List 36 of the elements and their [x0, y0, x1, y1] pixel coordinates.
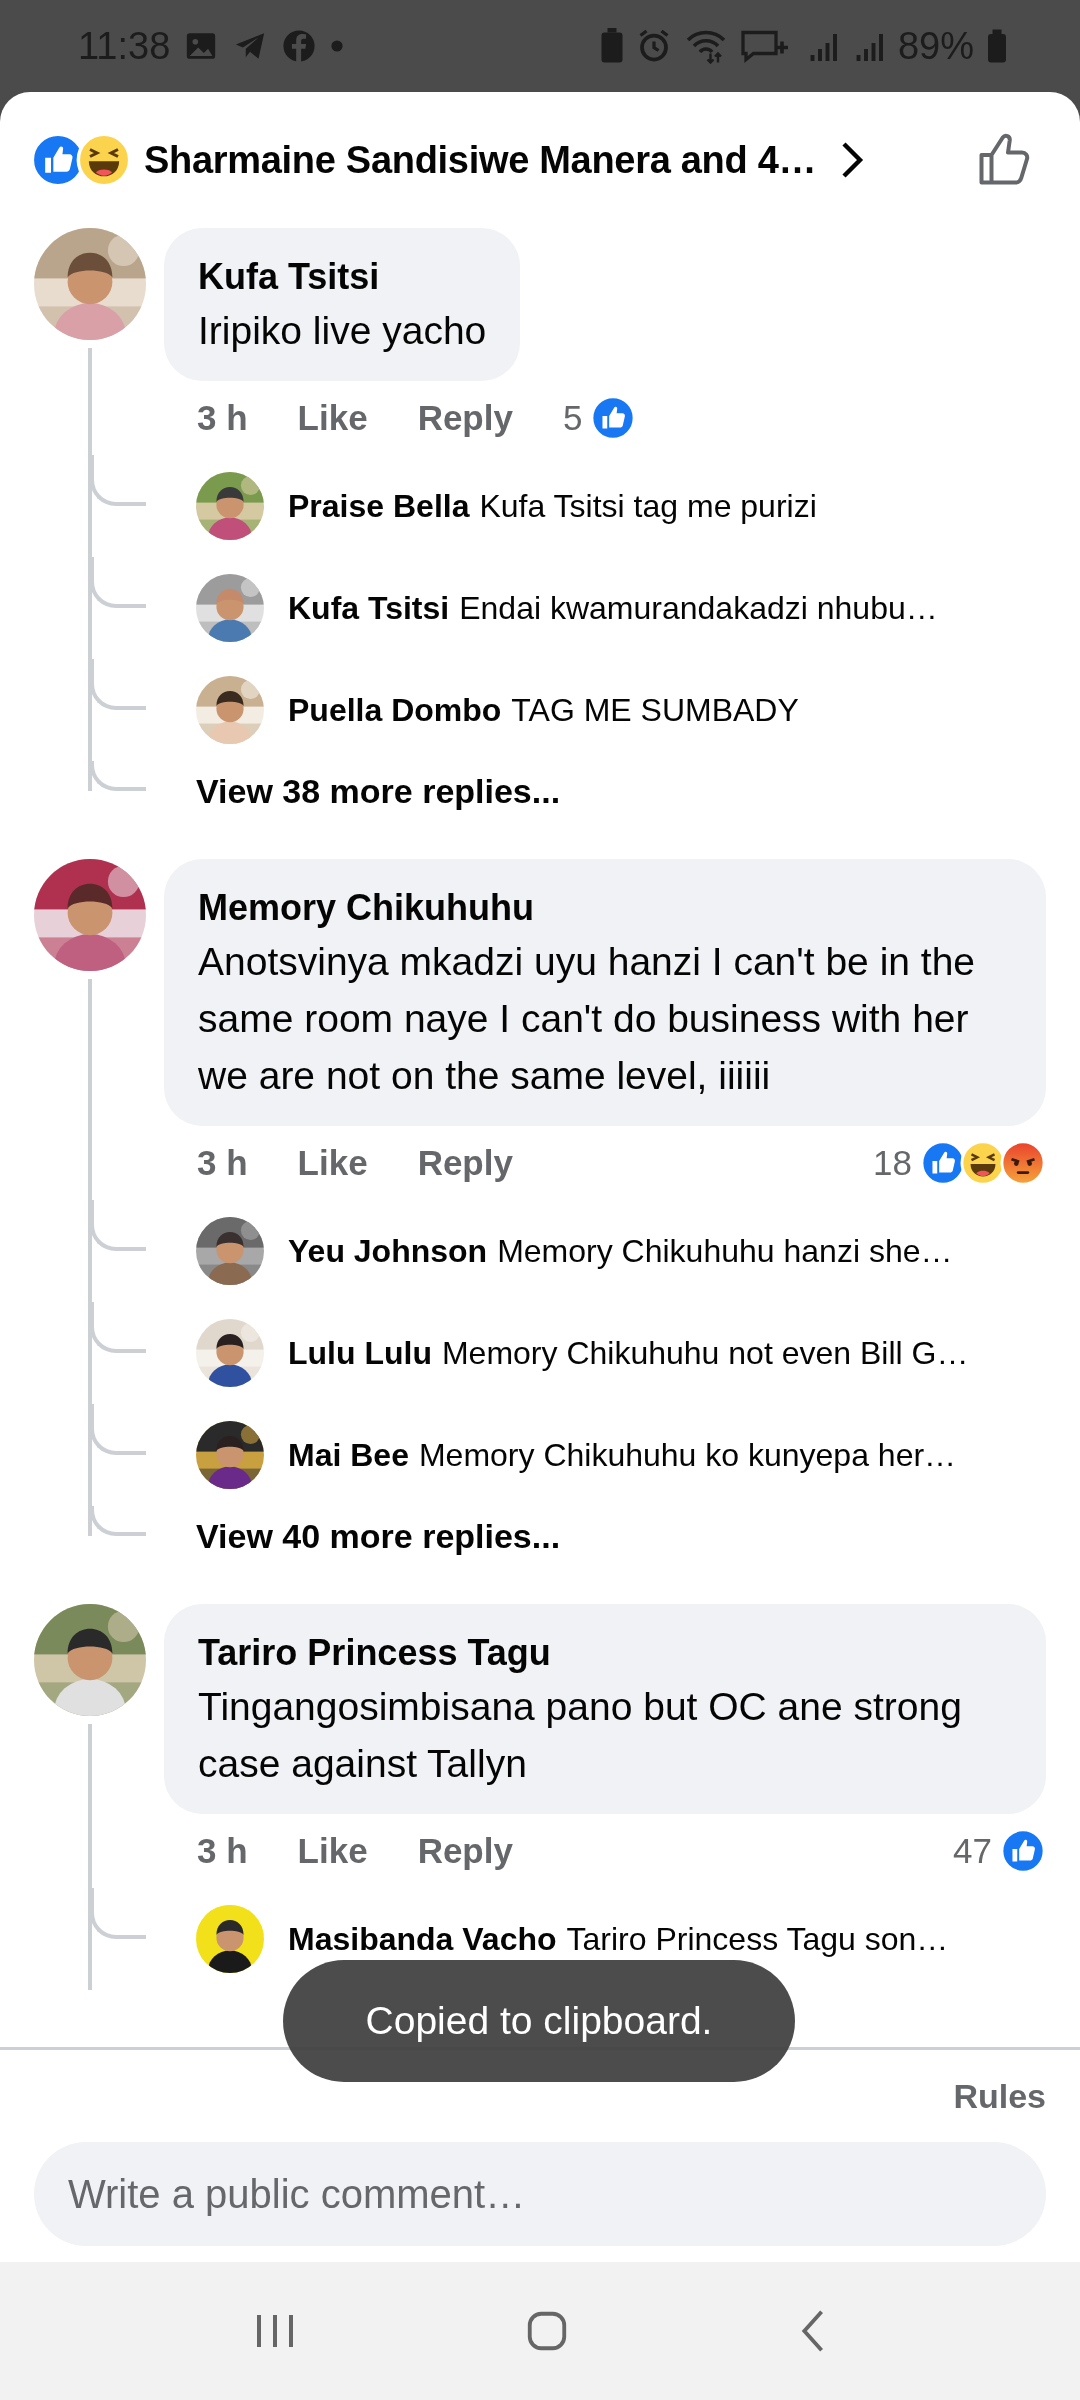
reply-link[interactable]: Reply: [417, 1831, 513, 1871]
reply-preview[interactable]: Yeu Johnson Memory Chikuhuhu hanzi she…: [288, 1232, 953, 1270]
reply-link[interactable]: Reply: [417, 1143, 513, 1183]
reply-preview[interactable]: Masibanda Vacho Tariro Princess Tagu son…: [288, 1920, 949, 1958]
comment-text: Iripiko live yacho: [198, 308, 487, 354]
reply-preview[interactable]: Kufa Tsitsi Endai kwamurandakadzi nhubu…: [288, 589, 938, 627]
toast-message: Copied to clipboard.: [365, 1999, 713, 2043]
like-link[interactable]: Like: [297, 1143, 368, 1183]
dot-icon: [330, 39, 345, 53]
app-logo-icon: [282, 29, 317, 63]
comment-time: 3 h: [197, 398, 248, 438]
chevron-right-icon[interactable]: [840, 140, 865, 180]
reply-preview[interactable]: Mai Bee Memory Chikuhuhu ko kunyepa her…: [288, 1436, 957, 1474]
reply-link[interactable]: Reply: [417, 398, 513, 438]
battery-saver-icon: [599, 28, 624, 64]
comment-time: 3 h: [197, 1831, 248, 1871]
reaction-count[interactable]: 5: [562, 398, 583, 438]
reply-preview[interactable]: Praise Bella Kufa Tsitsi tag me purizi: [288, 487, 817, 525]
view-more-replies-link[interactable]: View 40 more replies...: [196, 1516, 561, 1556]
comment-time: 3 h: [197, 1143, 248, 1183]
like-link[interactable]: Like: [297, 398, 368, 438]
reply-preview[interactable]: Puella Dombo TAG ME SUMBADY: [288, 691, 799, 729]
reaction-count[interactable]: 47: [953, 1831, 992, 1871]
comment-author[interactable]: Tariro Princess Tagu: [198, 1628, 1012, 1678]
battery-icon: [986, 28, 1008, 64]
comment-input-field[interactable]: Write a public comment…: [34, 2142, 1046, 2246]
like-link[interactable]: Like: [297, 1831, 368, 1871]
reaction-count[interactable]: 18: [873, 1143, 912, 1183]
view-more-replies-link[interactable]: View 38 more replies...: [196, 771, 561, 811]
reactors-title[interactable]: Sharmaine Sandisiwe Manera and 4…: [144, 138, 817, 182]
comment-author[interactable]: Memory Chikuhuhu: [198, 883, 1012, 933]
comment-author[interactable]: Kufa Tsitsi: [198, 252, 487, 302]
comment-text: Anotsvinya mkadzi uyu hanzi I can't be in the same room naye I can't do business with her we are not on the same level, iiiiii: [198, 939, 977, 1099]
rules-link[interactable]: Rules: [953, 2076, 1046, 2116]
comment-text: Tingangosimbisana pano but OC ane strong case against Tallyn: [198, 1684, 963, 1787]
reply-preview[interactable]: Lulu Lulu Memory Chikuhuhu not even Bill G…: [288, 1334, 969, 1372]
